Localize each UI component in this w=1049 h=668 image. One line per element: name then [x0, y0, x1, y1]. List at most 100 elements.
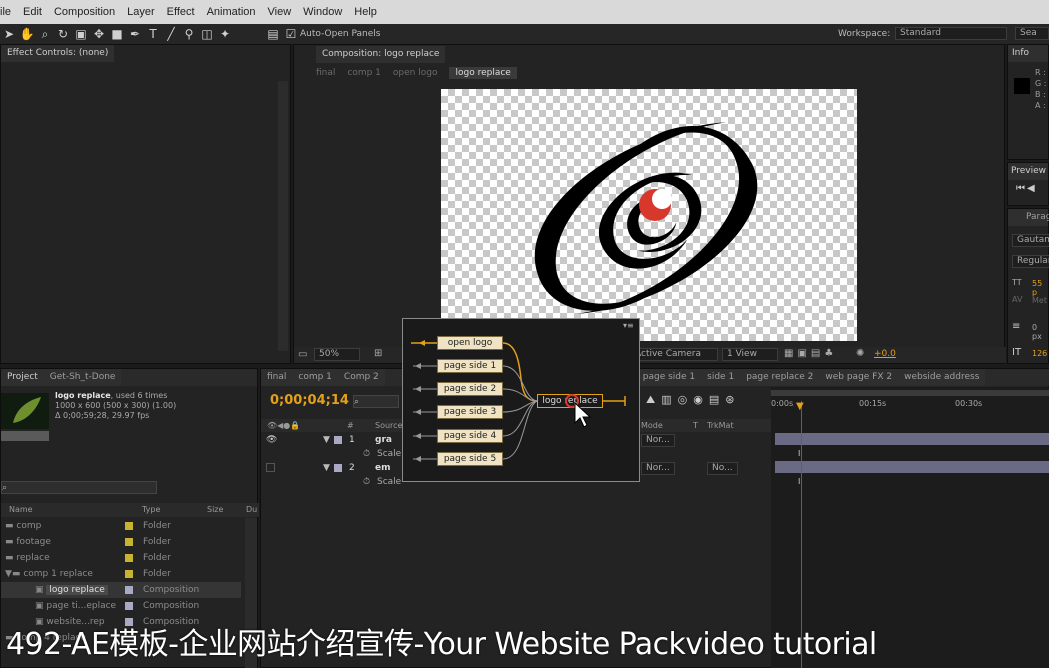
tab-comp-1[interactable]: comp 1: [292, 369, 338, 386]
eraser-tool-icon[interactable]: ◫: [198, 26, 216, 42]
brush-tool-icon[interactable]: ╱: [162, 26, 180, 42]
type-tool-icon[interactable]: T: [144, 26, 162, 42]
col-num[interactable]: #: [347, 419, 354, 432]
pen-tool-icon[interactable]: ✒: [126, 26, 144, 42]
menu-file[interactable]: ile: [0, 6, 11, 18]
menu-edit[interactable]: Edit: [23, 6, 42, 18]
layer-name[interactable]: em: [375, 461, 390, 475]
list-item[interactable]: ▼▬ comp 1 replace Folder: [5, 566, 245, 582]
first-frame-icon[interactable]: ⏮◀: [1016, 183, 1037, 194]
expand-arrow-icon[interactable]: ▼: [323, 433, 330, 447]
kerning-value[interactable]: Met: [1032, 296, 1047, 305]
col-name[interactable]: Name: [9, 503, 33, 517]
zoom-tool-icon[interactable]: ⌕: [36, 26, 54, 42]
menu-window[interactable]: Window: [303, 6, 342, 18]
tab-page-replace-2[interactable]: page replace 2: [740, 369, 820, 386]
tab-composition[interactable]: Composition: logo replace: [316, 46, 446, 63]
tab-info[interactable]: Info: [1008, 45, 1048, 62]
view-layout-select[interactable]: 1 View: [722, 348, 778, 361]
trkmat-select[interactable]: No...: [707, 462, 738, 475]
tab-webside-address[interactable]: webside address: [898, 369, 986, 386]
layer-name[interactable]: gra: [375, 433, 392, 447]
tab-web-page-fx-2[interactable]: web page FX 2: [819, 369, 899, 386]
col-size[interactable]: Size: [207, 503, 223, 517]
crumb-final[interactable]: final: [316, 68, 335, 78]
blend-mode-select[interactable]: Nor...: [641, 462, 675, 475]
tab-paragraph[interactable]: Parag: [1008, 209, 1049, 226]
layer-bar[interactable]: [775, 461, 1049, 473]
col-mode[interactable]: Mode: [641, 419, 663, 432]
exposure-value[interactable]: +0.0: [874, 349, 896, 359]
list-item[interactable]: ▬ comp Folder: [5, 518, 245, 534]
tab-side-1[interactable]: side 1: [701, 369, 741, 386]
camera-select[interactable]: Active Camera: [630, 348, 718, 361]
list-item[interactable]: ▬ replace Folder: [5, 550, 245, 566]
timeline-switch-icons[interactable]: ⛰▥◎◉▤⊛: [646, 393, 740, 407]
col-type[interactable]: Type: [142, 503, 160, 517]
exposure-icon[interactable]: ✺: [856, 348, 864, 359]
list-item[interactable]: ▬ footage Folder: [5, 534, 245, 550]
node-page-side-4[interactable]: page side 4: [437, 429, 503, 443]
work-area-bar[interactable]: [771, 390, 1049, 396]
tab-preview[interactable]: Preview: [1008, 163, 1048, 180]
font-style-select[interactable]: Regular: [1012, 255, 1049, 268]
col-trkmat[interactable]: TrkMat: [707, 419, 734, 432]
crumb-open-logo[interactable]: open logo: [393, 68, 438, 78]
crumb-comp-1[interactable]: comp 1: [347, 68, 381, 78]
leading-value[interactable]: 126: [1032, 349, 1047, 358]
menu-view[interactable]: View: [268, 6, 292, 18]
expand-arrow-icon[interactable]: ▼: [323, 461, 330, 475]
node-page-side-2[interactable]: page side 2: [437, 382, 503, 396]
node-page-side-3[interactable]: page side 3: [437, 405, 503, 419]
visibility-toggle[interactable]: [266, 463, 275, 472]
grid-icon[interactable]: ⊞: [374, 348, 382, 359]
selection-tool-icon[interactable]: ➤: [0, 26, 18, 42]
playhead-icon[interactable]: ▼: [796, 401, 804, 412]
clone-stamp-tool-icon[interactable]: ⚲: [180, 26, 198, 42]
zoom-select[interactable]: 50%: [314, 348, 360, 361]
menu-layer[interactable]: Layer: [127, 6, 155, 18]
menu-help[interactable]: Help: [354, 6, 377, 18]
keyframe-icon[interactable]: I: [798, 449, 800, 458]
time-ruler[interactable]: 0:00s 00:15s 00:30s: [771, 399, 1049, 413]
menu-animation[interactable]: Animation: [207, 6, 256, 18]
indent-value[interactable]: 0 px: [1032, 323, 1048, 341]
tab-project[interactable]: Project: [1, 369, 44, 386]
search-help-input[interactable]: Sea: [1015, 27, 1049, 40]
col-duration[interactable]: Du: [246, 503, 257, 517]
tab-final[interactable]: final: [261, 369, 293, 386]
rotate-tool-icon[interactable]: ↻: [54, 26, 72, 42]
auto-open-checkbox[interactable]: ☑: [282, 26, 300, 42]
menu-effect[interactable]: Effect: [167, 6, 195, 18]
keyframe-icon[interactable]: I: [798, 477, 800, 486]
rectangle-tool-icon[interactable]: ■: [108, 26, 126, 42]
layer-bar[interactable]: [775, 433, 1049, 445]
layer-search-input[interactable]: ⌕: [353, 395, 399, 408]
crumb-logo-replace[interactable]: logo replace: [449, 67, 517, 79]
workspace-select[interactable]: Standard: [895, 27, 1007, 40]
pan-behind-tool-icon[interactable]: ✥: [90, 26, 108, 42]
list-item-selected[interactable]: ▣ logo replace Composition: [1, 582, 241, 598]
font-size-value[interactable]: 55 p: [1032, 279, 1048, 297]
puppet-tool-icon[interactable]: ✦: [216, 26, 234, 42]
blend-mode-select[interactable]: Nor...: [641, 434, 675, 447]
menu-composition[interactable]: Composition: [54, 6, 115, 18]
hand-tool-icon[interactable]: ✋: [18, 26, 36, 42]
node-page-side-5[interactable]: page side 5: [437, 452, 503, 466]
visibility-icon[interactable]: 👁: [266, 433, 277, 447]
region-icon[interactable]: ▭: [298, 349, 307, 360]
tab-page-side-1[interactable]: page side 1: [636, 369, 702, 386]
comp-canvas[interactable]: [441, 89, 857, 341]
stopwatch-icon[interactable]: ⏱: [363, 447, 370, 461]
stopwatch-icon[interactable]: ⏱: [363, 475, 370, 489]
camera-tool-icon[interactable]: ▣: [72, 26, 90, 42]
tab-get-shit-done[interactable]: Get-Sh_t-Done: [43, 369, 122, 386]
font-family-select[interactable]: Gautam: [1012, 234, 1049, 247]
col-t[interactable]: T: [693, 419, 698, 432]
tab-comp-2[interactable]: Comp 2: [337, 369, 385, 386]
node-open-logo[interactable]: open logo: [437, 336, 503, 350]
list-item[interactable]: ▣ page ti...eplace Composition: [1, 598, 241, 614]
scrollbar[interactable]: [278, 81, 288, 351]
timecode[interactable]: 0;00;04;14: [270, 393, 349, 408]
tab-effect-controls[interactable]: Effect Controls: (none): [1, 45, 115, 62]
